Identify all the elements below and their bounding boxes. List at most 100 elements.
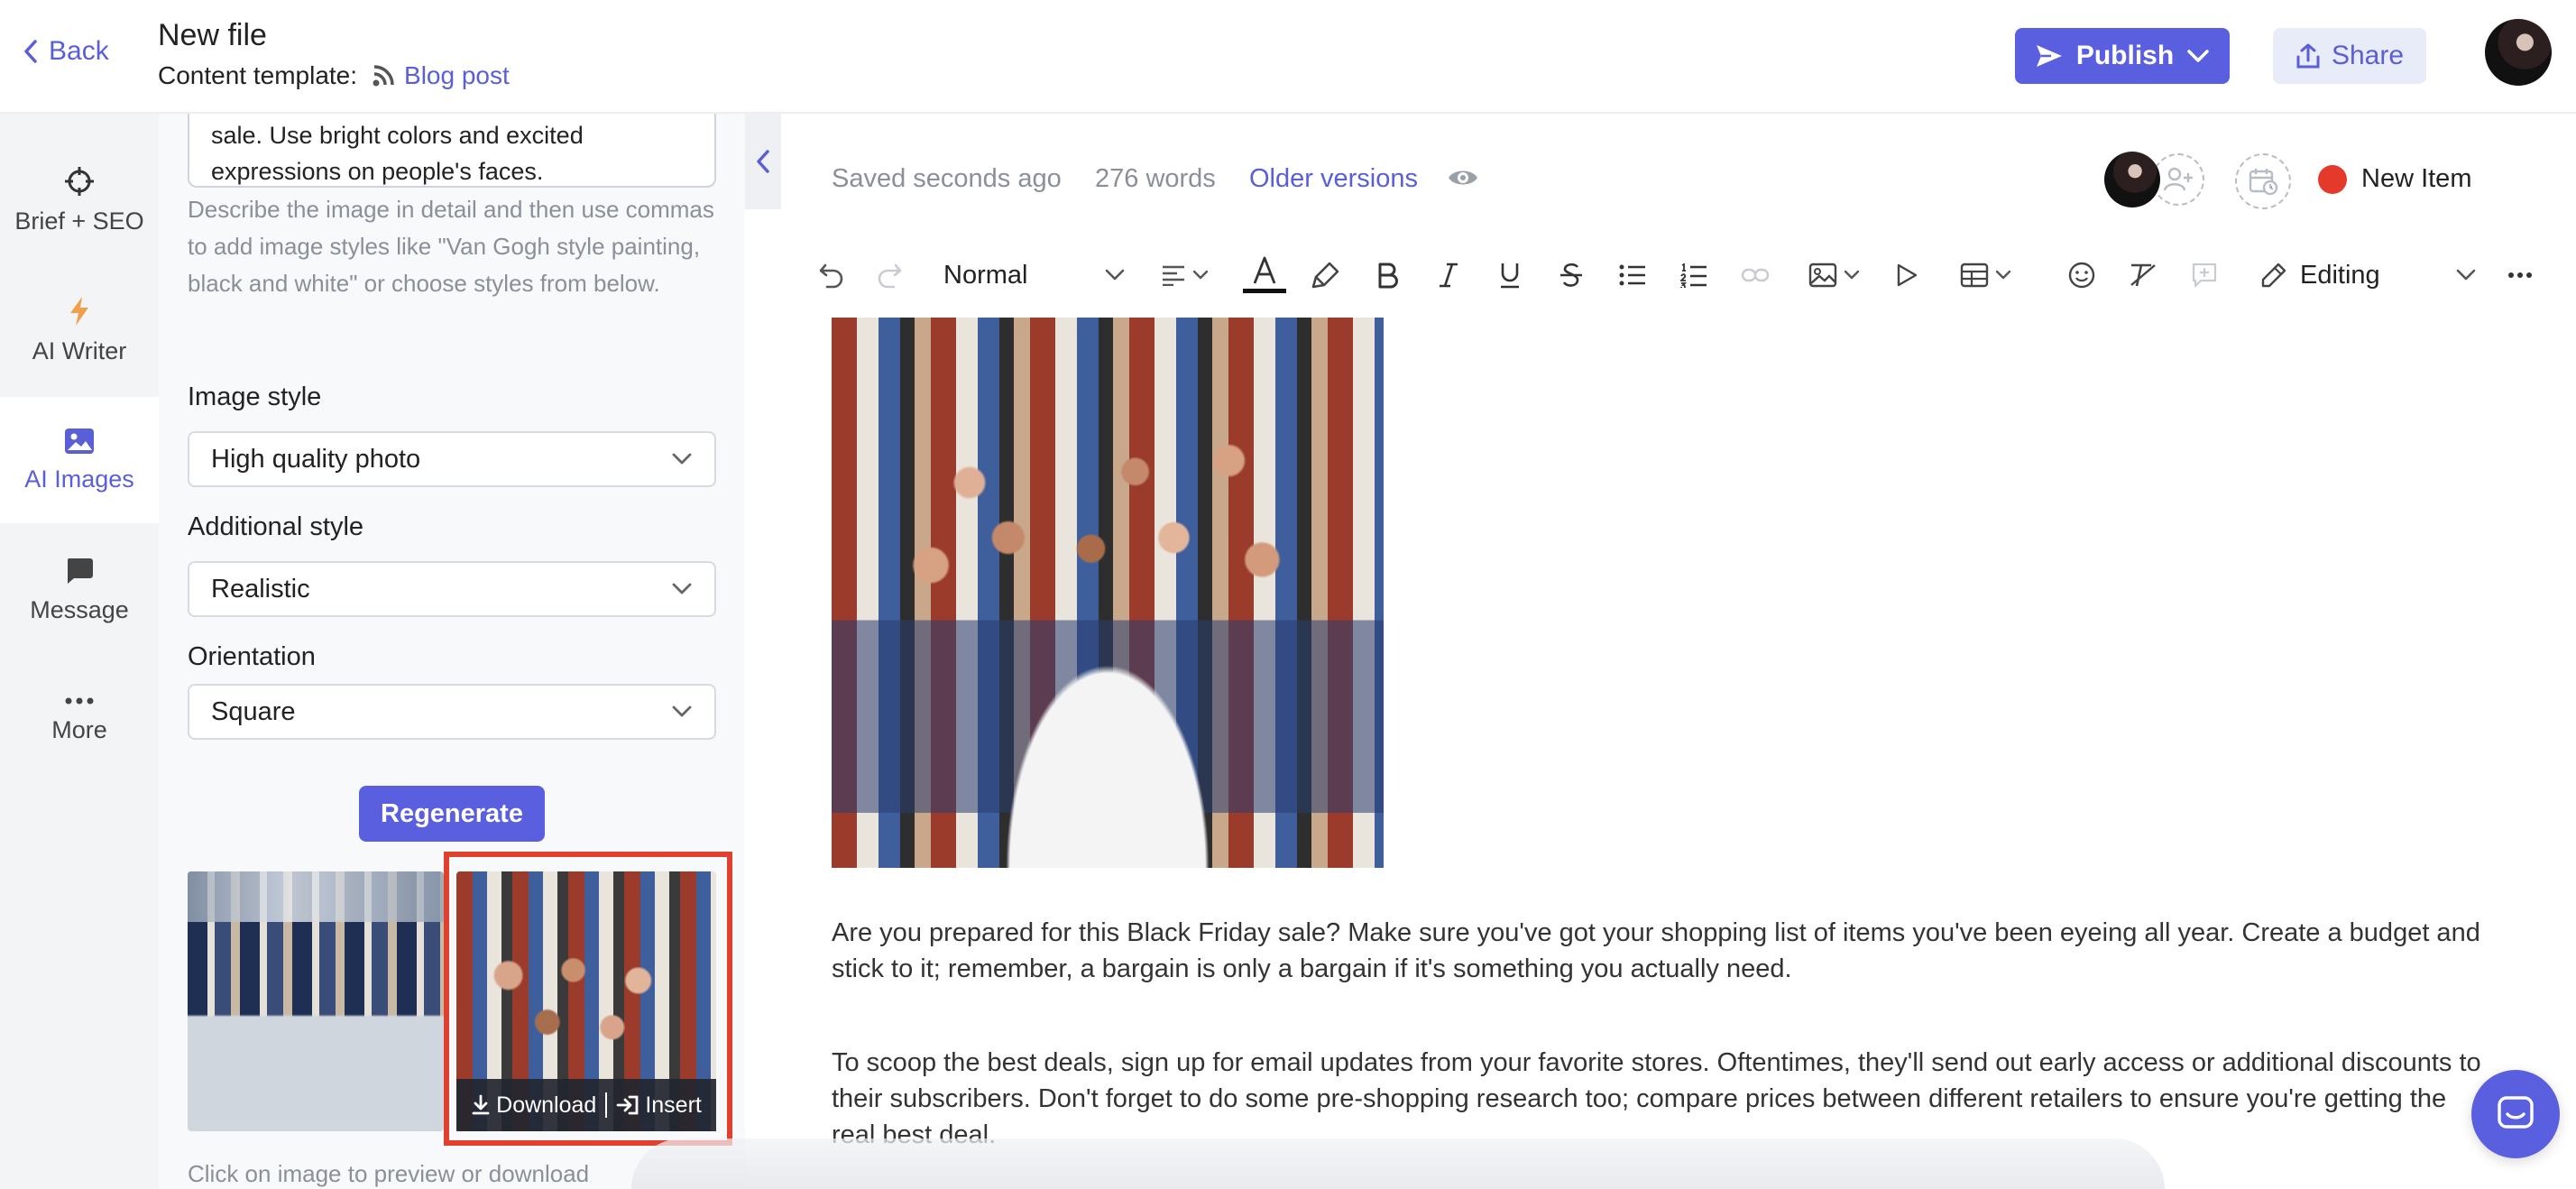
eye-icon[interactable] bbox=[1447, 164, 1479, 191]
chat-icon bbox=[2496, 1094, 2535, 1134]
align-left-icon bbox=[1161, 264, 1186, 286]
rail-item-more[interactable]: More bbox=[0, 657, 159, 783]
insert-button[interactable]: Insert bbox=[607, 1092, 711, 1119]
rail-item-ai-images[interactable]: AI Images bbox=[0, 397, 159, 523]
rail-item-label: Message bbox=[30, 595, 129, 623]
older-versions-link[interactable]: Older versions bbox=[1249, 164, 1418, 194]
strikethrough-button[interactable] bbox=[1551, 251, 1591, 300]
clear-formatting-button[interactable] bbox=[2123, 251, 2163, 300]
support-chat-button[interactable] bbox=[2471, 1070, 2560, 1158]
prompt-line: sale. Use bright colors and excited bbox=[211, 122, 584, 149]
block-type-select[interactable]: Normal bbox=[940, 251, 1129, 300]
image-style-select[interactable]: High quality photo bbox=[188, 431, 716, 487]
content-template: Content template: Blog post bbox=[158, 61, 510, 90]
back-button[interactable]: Back bbox=[22, 36, 109, 67]
align-select[interactable] bbox=[1151, 251, 1219, 300]
template-label: Content template: bbox=[158, 61, 358, 89]
template-link[interactable]: Blog post bbox=[370, 61, 510, 90]
additional-style-label: Additional style bbox=[188, 512, 364, 541]
redo-icon bbox=[876, 262, 903, 289]
additional-style-value: Realistic bbox=[211, 574, 310, 604]
more-dots-icon bbox=[2507, 272, 2533, 279]
image-icon bbox=[64, 428, 95, 455]
link-icon bbox=[1741, 266, 1770, 284]
add-comment-button[interactable] bbox=[2185, 251, 2224, 300]
rail-item-label: AI Images bbox=[24, 465, 134, 493]
collapse-panel-button[interactable] bbox=[745, 114, 781, 209]
numbered-list-icon bbox=[1680, 263, 1707, 288]
add-user-icon bbox=[2163, 166, 2194, 193]
bullet-list-icon bbox=[1619, 263, 1646, 287]
download-label: Download bbox=[496, 1092, 597, 1118]
collaborator-avatar[interactable] bbox=[2104, 152, 2160, 207]
inserted-article-image[interactable] bbox=[832, 318, 1384, 868]
paragraph[interactable]: To scoop the best deals, sign up for ema… bbox=[832, 1045, 2491, 1153]
highlight-button[interactable] bbox=[1306, 251, 1346, 300]
chevron-down-icon bbox=[671, 582, 693, 596]
generated-image-thumbnail[interactable] bbox=[188, 871, 444, 1131]
prompt-line: expressions on people's faces. bbox=[211, 158, 544, 185]
user-avatar[interactable] bbox=[2485, 19, 2552, 86]
rail-item-ai-writer[interactable]: AI Writer bbox=[0, 267, 159, 393]
regenerate-button[interactable]: Regenerate bbox=[359, 786, 545, 842]
editing-mode-label: Editing bbox=[2300, 260, 2380, 290]
orientation-label: Orientation bbox=[188, 642, 316, 671]
crosshair-icon bbox=[64, 166, 95, 197]
embed-video-button[interactable] bbox=[1887, 251, 1927, 300]
rss-icon bbox=[370, 62, 397, 89]
image-icon bbox=[1808, 263, 1837, 288]
italic-button[interactable] bbox=[1429, 251, 1468, 300]
word-count: 276 words bbox=[1095, 164, 1216, 193]
orientation-select[interactable]: Square bbox=[188, 684, 716, 740]
chevron-down-icon bbox=[1994, 269, 2012, 281]
numbered-list-button[interactable] bbox=[1674, 251, 1714, 300]
saved-status: Saved seconds ago bbox=[832, 164, 1062, 193]
chevron-down-icon bbox=[671, 452, 693, 466]
share-button[interactable]: Share bbox=[2273, 28, 2426, 84]
rail-item-message[interactable]: Message bbox=[0, 527, 159, 653]
status-label: New Item bbox=[2361, 164, 2472, 193]
undo-icon bbox=[818, 262, 845, 289]
insert-icon bbox=[616, 1094, 639, 1116]
italic-icon bbox=[1438, 262, 1459, 289]
editor-toolbar: Normal Editing bbox=[812, 251, 2532, 300]
status-new-item[interactable]: New Item bbox=[2318, 164, 2471, 194]
redo-button[interactable] bbox=[869, 251, 909, 300]
chevron-down-icon bbox=[1843, 269, 1861, 281]
editing-mode-select[interactable]: Editing bbox=[2260, 251, 2477, 300]
paragraph[interactable]: Are you prepared for this Black Friday s… bbox=[832, 915, 2491, 987]
smiley-icon bbox=[2067, 261, 2096, 290]
undo-button[interactable] bbox=[812, 251, 851, 300]
rail-item-brief-seo[interactable]: Brief + SEO bbox=[0, 137, 159, 263]
emoji-button[interactable] bbox=[2062, 251, 2102, 300]
insert-table-select[interactable] bbox=[1952, 251, 2020, 300]
chevron-left-icon bbox=[22, 38, 40, 65]
image-prompt-textarea[interactable]: sale. Use bright colors and excited expr… bbox=[188, 114, 716, 188]
back-label: Back bbox=[49, 36, 109, 66]
schedule-button[interactable] bbox=[2235, 153, 2291, 209]
template-name: Blog post bbox=[404, 61, 510, 89]
download-button[interactable]: Download bbox=[462, 1092, 605, 1119]
lightning-icon bbox=[68, 296, 91, 327]
chevron-down-icon bbox=[2455, 268, 2477, 282]
chevron-down-icon bbox=[1104, 268, 1126, 282]
highlighter-icon bbox=[1311, 261, 1340, 290]
more-options-button[interactable] bbox=[2500, 251, 2540, 300]
comment-add-icon bbox=[2191, 262, 2218, 289]
chevron-down-icon bbox=[2186, 48, 2210, 64]
pencil-icon bbox=[2260, 262, 2287, 289]
insert-image-select[interactable] bbox=[1800, 251, 1869, 300]
link-button[interactable] bbox=[1735, 251, 1775, 300]
bullet-list-button[interactable] bbox=[1613, 251, 1652, 300]
publish-button[interactable]: Publish bbox=[2015, 28, 2230, 84]
text-color-button[interactable] bbox=[1239, 251, 1290, 300]
ai-images-panel: sale. Use bright colors and excited expr… bbox=[159, 114, 745, 1189]
table-icon bbox=[1960, 263, 1989, 288]
thumbnail-caption: Click on image to preview or download bbox=[188, 1160, 590, 1187]
underline-button[interactable] bbox=[1490, 251, 1530, 300]
rail-item-label: AI Writer bbox=[32, 336, 127, 364]
image-style-value: High quality photo bbox=[211, 444, 421, 474]
additional-style-select[interactable]: Realistic bbox=[188, 561, 716, 617]
text-color-icon bbox=[1241, 254, 1288, 296]
bold-button[interactable] bbox=[1367, 251, 1407, 300]
